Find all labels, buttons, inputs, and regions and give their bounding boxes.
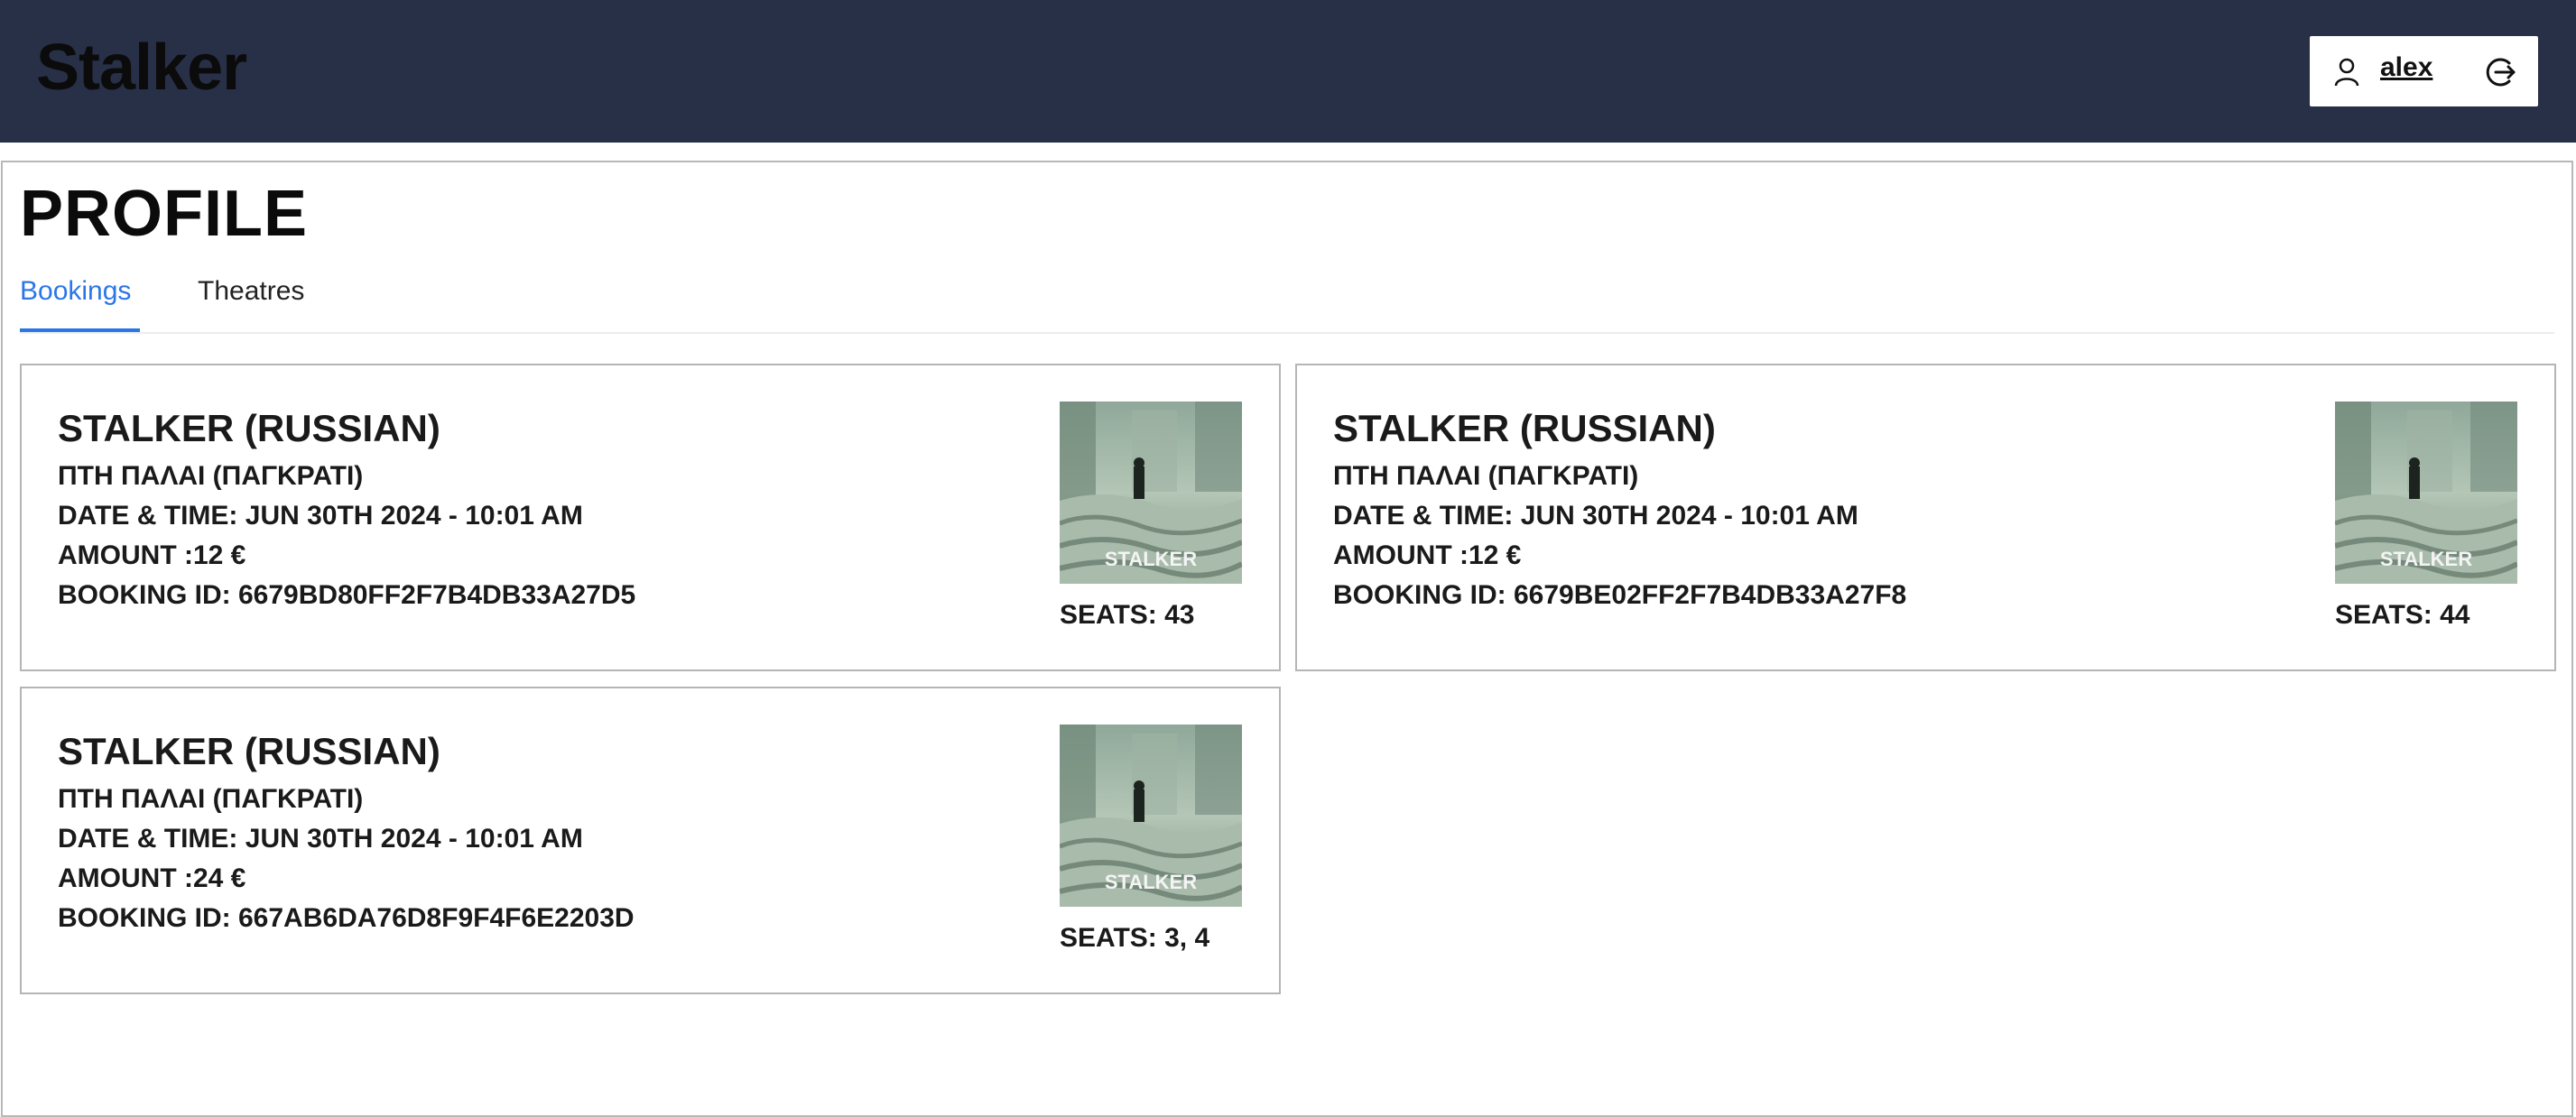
username-link[interactable]: alex [2380, 52, 2432, 83]
tab-bookings[interactable]: Bookings [20, 276, 131, 307]
tab-theatres[interactable]: Theatres [198, 276, 304, 307]
booking-theatre: ΠΤΗ ΠΑΛΑΙ (ΠΑΓΚΡΑΤΙ) [58, 784, 364, 814]
movie-poster: STALKER [1060, 402, 1242, 584]
booking-amount: AMOUNT :12 € [1333, 540, 1522, 570]
top-header: Stalker alex [0, 0, 2576, 143]
booking-seats: SEATS: 3, 4 [1060, 923, 1210, 953]
svg-text:STALKER: STALKER [2380, 548, 2472, 570]
tabs-divider [20, 332, 2554, 334]
booking-card: STALKER (RUSSIAN) ΠΤΗ ΠΑΛΑΙ (ΠΑΓΚΡΑΤΙ) D… [20, 687, 1281, 994]
booking-id: BOOKING ID: 6679BD80FF2F7B4DB33A27D5 [58, 580, 636, 610]
movie-poster: STALKER [1060, 725, 1242, 907]
booking-card: STALKER (RUSSIAN) ΠΤΗ ΠΑΛΑΙ (ΠΑΓΚΡΑΤΙ) D… [1295, 364, 2556, 671]
svg-text:STALKER: STALKER [1105, 871, 1197, 893]
user-menu: alex [2310, 36, 2538, 106]
logout-icon[interactable] [2483, 54, 2519, 90]
booking-datetime: DATE & TIME: JUN 30TH 2024 - 10:01 AM [1333, 501, 1858, 531]
user-icon [2333, 58, 2360, 87]
movie-poster: STALKER [2335, 402, 2517, 584]
booking-theatre: ΠΤΗ ΠΑΛΑΙ (ΠΑΓΚΡΑΤΙ) [58, 461, 364, 491]
booking-id: BOOKING ID: 667AB6DA76D8F9F4F6E2203D [58, 903, 635, 933]
booking-amount: AMOUNT :12 € [58, 540, 246, 570]
booking-movie-title: STALKER (RUSSIAN) [1333, 407, 1716, 449]
booking-datetime: DATE & TIME: JUN 30TH 2024 - 10:01 AM [58, 501, 583, 531]
booking-movie-title: STALKER (RUSSIAN) [58, 407, 440, 449]
booking-id: BOOKING ID: 6679BE02FF2F7B4DB33A27F8 [1333, 580, 1907, 610]
brand-title[interactable]: Stalker [36, 31, 247, 105]
booking-movie-title: STALKER (RUSSIAN) [58, 730, 440, 772]
booking-seats: SEATS: 44 [2335, 600, 2470, 630]
svg-text:STALKER: STALKER [1105, 548, 1197, 570]
booking-seats: SEATS: 43 [1060, 600, 1195, 630]
booking-amount: AMOUNT :24 € [58, 863, 246, 893]
booking-datetime: DATE & TIME: JUN 30TH 2024 - 10:01 AM [58, 824, 583, 854]
booking-theatre: ΠΤΗ ΠΑΛΑΙ (ΠΑΓΚΡΑΤΙ) [1333, 461, 1639, 491]
page-title: PROFILE [20, 178, 309, 250]
booking-card: STALKER (RUSSIAN) ΠΤΗ ΠΑΛΑΙ (ΠΑΓΚΡΑΤΙ) D… [20, 364, 1281, 671]
